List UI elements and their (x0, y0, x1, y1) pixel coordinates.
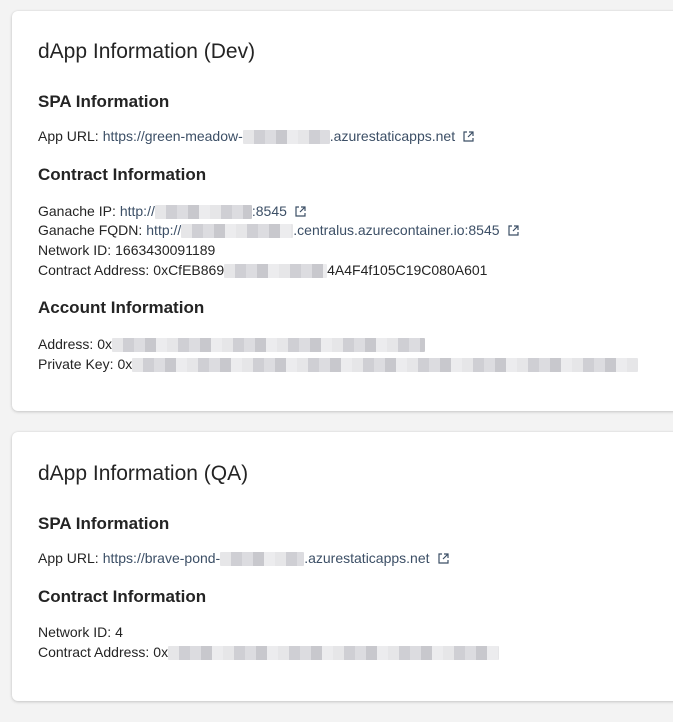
app-url-prefix: https://brave-pond- (102, 550, 221, 566)
redacted-value (242, 129, 330, 144)
contract-address-row: Contract Address: 0xCfEB869 4A4F4f105C19C… (38, 261, 487, 280)
ganache-ip-row: Ganache IP: http:// :8545 (38, 202, 306, 221)
dapp-info-card-qa: dApp Information (QA) SPA Information Ap… (12, 432, 673, 701)
address-prefix: 0x (97, 336, 113, 352)
app-url-row: App URL: https://green-meadow- .azuresta… (38, 127, 474, 146)
redacted-value (154, 204, 252, 219)
contract-information-heading: Contract Information (38, 165, 207, 184)
contract-address-prefix: 0xCfEB869 (153, 262, 225, 278)
ganache-fqdn-label: Ganache FQDN: (38, 222, 143, 238)
network-id-label: Network ID: (38, 624, 112, 640)
card-title: dApp Information (QA) (38, 462, 249, 485)
ganache-ip-prefix: http:// (119, 203, 155, 219)
open-in-new-icon[interactable] (295, 206, 306, 217)
account-information-heading: Account Information (38, 298, 205, 317)
contract-address-value: 0x (153, 643, 500, 662)
network-id-row: Network ID: 1663430091189 (38, 241, 215, 260)
private-key-prefix: 0x (117, 356, 133, 372)
private-key-label: Private Key: (38, 356, 114, 372)
ganache-ip-suffix: :8545 (251, 203, 287, 219)
app-url-label: App URL: (38, 128, 99, 144)
ganache-ip-link[interactable]: http:// :8545 (120, 202, 306, 221)
app-url-label: App URL: (38, 550, 99, 566)
address-row: Address: 0x (38, 335, 426, 354)
contract-information-heading: Contract Information (38, 587, 207, 606)
contract-address-prefix: 0x (153, 644, 169, 660)
ganache-fqdn-link[interactable]: http:// .centralus.azurecontainer.io:854… (146, 221, 519, 240)
ganache-fqdn-prefix: http:// (146, 222, 182, 238)
network-id-value: 1663430091189 (115, 242, 216, 258)
network-id-row: Network ID: 4 (38, 623, 123, 642)
card-title: dApp Information (Dev) (38, 40, 256, 63)
address-label: Address: (38, 336, 94, 352)
app-url-link[interactable]: https://green-meadow- .azurestaticapps.n… (103, 127, 474, 146)
app-url-row: App URL: https://brave-pond- .azurestati… (38, 549, 449, 568)
ganache-fqdn-row: Ganache FQDN: http:// .centralus.azureco… (38, 221, 519, 240)
redacted-value (112, 338, 426, 353)
contract-address-row: Contract Address: 0x (38, 643, 500, 662)
spa-information-heading: SPA Information (38, 514, 170, 533)
network-id-value: 4 (115, 624, 123, 640)
app-url-suffix: .azurestaticapps.net (329, 128, 456, 144)
contract-address-label: Contract Address: (38, 644, 150, 660)
app-url-link[interactable]: https://brave-pond- .azurestaticapps.net (103, 549, 449, 568)
app-url-suffix: .azurestaticapps.net (304, 550, 430, 566)
contract-address-suffix: 4A4F4f105C19C080A601 (327, 262, 488, 278)
private-key-row: Private Key: 0x (38, 355, 639, 374)
redacted-value (168, 646, 500, 661)
network-id-label: Network ID: (38, 242, 112, 258)
open-in-new-icon[interactable] (507, 225, 519, 236)
redacted-value (181, 223, 294, 238)
contract-address-label: Contract Address: (38, 262, 150, 278)
dapp-info-card-dev: dApp Information (Dev) SPA Information A… (12, 11, 673, 411)
open-in-new-icon[interactable] (463, 131, 474, 142)
redacted-value (132, 358, 639, 373)
redacted-value (224, 264, 328, 279)
open-in-new-icon[interactable] (437, 553, 449, 564)
private-key-value: 0x (117, 355, 639, 374)
app-url-prefix: https://green-meadow- (102, 128, 243, 144)
redacted-value (220, 551, 305, 566)
address-value: 0x (97, 335, 426, 354)
ganache-ip-label: Ganache IP: (38, 203, 116, 219)
ganache-fqdn-suffix: .centralus.azurecontainer.io:8545 (293, 222, 500, 238)
spa-information-heading: SPA Information (38, 92, 170, 111)
contract-address-value: 0xCfEB869 4A4F4f105C19C080A601 (153, 261, 487, 280)
